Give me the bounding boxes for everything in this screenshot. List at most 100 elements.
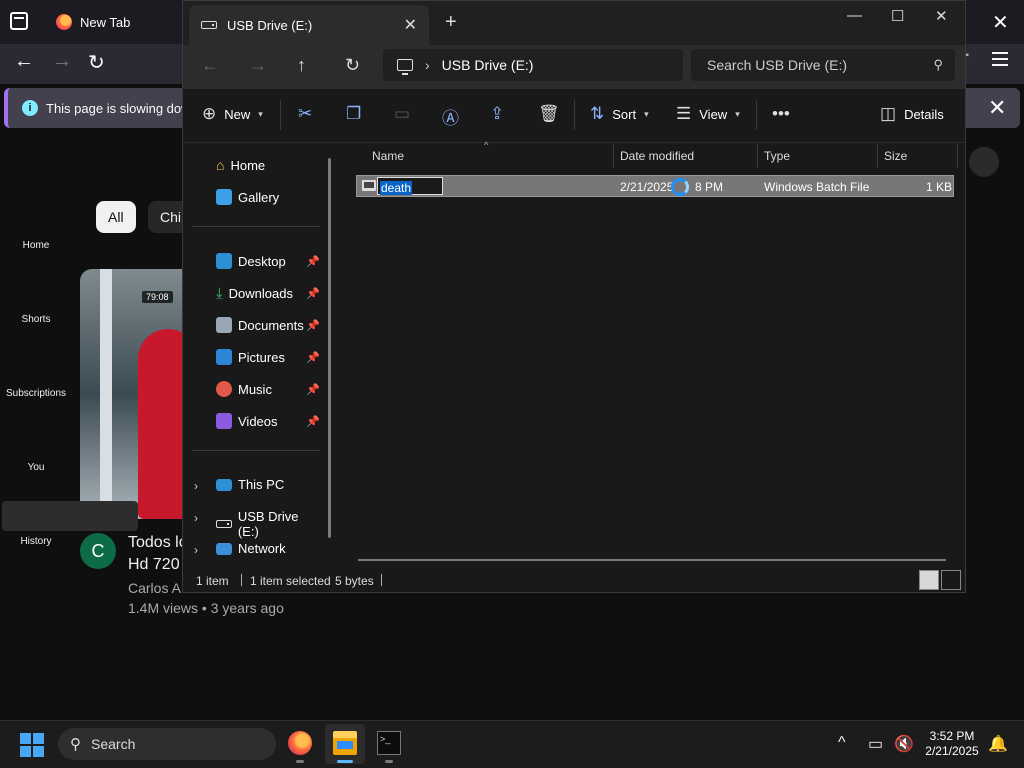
details-pane-button[interactable]: ◫ Details (880, 104, 944, 124)
notification-close-icon[interactable]: ✕ (988, 95, 1006, 121)
column-header-name[interactable]: Name (372, 149, 404, 163)
address-bar[interactable]: › USB Drive (E:) (383, 49, 683, 81)
minimize-icon[interactable]: — (847, 7, 862, 24)
back-icon[interactable]: ← (201, 55, 219, 76)
share-button[interactable]: ⇪ (490, 104, 504, 124)
video-title-line1[interactable]: Todos lo (128, 532, 184, 554)
browser-forward-icon[interactable]: → (52, 50, 72, 73)
breadcrumb-usb-drive[interactable]: USB Drive (E:) (442, 57, 534, 73)
yt-sidebar-you[interactable]: You (0, 462, 72, 473)
info-icon: i (22, 100, 38, 116)
browser-back-icon[interactable]: ← (14, 50, 34, 73)
nav-item-this-pc[interactable]: This PC (216, 477, 322, 492)
yt-sidebar-subscriptions[interactable]: Subscriptions (0, 388, 72, 399)
nav-label: Videos (238, 413, 278, 429)
up-icon[interactable]: ↑ (297, 55, 306, 76)
nav-scrollbar[interactable] (328, 158, 331, 538)
search-icon[interactable]: ⚲ (933, 57, 943, 73)
view-button[interactable]: ☰ View ▾ (676, 104, 740, 124)
new-button[interactable]: ⊕ New ▾ (202, 104, 263, 124)
refresh-icon[interactable]: ↻ (345, 55, 360, 76)
pin-icon[interactable]: 📌 (306, 383, 320, 396)
pin-icon[interactable]: 📌 (306, 255, 320, 268)
search-input[interactable]: Search USB Drive (E:) ⚲ (691, 49, 955, 81)
browser-close-icon[interactable]: ✕ (992, 10, 1009, 35)
nav-item-usb-drive[interactable]: USB Drive (E:) (216, 509, 322, 539)
list-all-tabs-icon[interactable] (10, 12, 28, 30)
pin-icon[interactable]: 📌 (306, 415, 320, 428)
expand-chevron-icon[interactable]: › (194, 511, 198, 525)
nav-label: Music (238, 381, 272, 397)
nav-label: USB Drive (E:) (237, 509, 299, 539)
plus-circle-icon: ⊕ (202, 104, 217, 123)
volume-muted-icon[interactable]: 🔇 (894, 734, 914, 754)
expand-chevron-icon[interactable]: › (194, 543, 198, 557)
yt-sidebar-shorts[interactable]: Shorts (0, 314, 72, 325)
file-explorer-taskbar-icon[interactable] (333, 731, 357, 755)
rename-input[interactable]: death (377, 177, 443, 195)
home-icon: ⌂ (216, 157, 225, 173)
batch-file-icon (362, 180, 376, 191)
maximize-icon[interactable]: ☐ (891, 7, 904, 25)
nav-item-home[interactable]: ⌂ Home (216, 157, 322, 173)
chevron-down-icon: ▾ (735, 108, 740, 119)
details-view-icon[interactable] (919, 570, 939, 590)
browser-menu-icon[interactable] (992, 52, 1008, 66)
taskbar-clock[interactable]: 3:52 PM 2/21/2025 (920, 729, 984, 759)
notification-bell-icon[interactable]: 🔔 (988, 734, 1008, 754)
pictures-icon (216, 349, 232, 365)
pin-icon[interactable]: 📌 (306, 319, 320, 332)
nav-label: Documents (238, 317, 304, 333)
running-indicator (296, 760, 304, 763)
column-divider[interactable] (877, 144, 878, 168)
documents-icon (216, 317, 232, 333)
copy-button[interactable]: ❐ (346, 104, 361, 124)
breadcrumb-chevron-icon[interactable]: › (425, 57, 430, 73)
search-icon: ⚲ (70, 736, 81, 753)
network-tray-icon[interactable]: ▭ (868, 734, 883, 754)
column-divider[interactable] (613, 144, 614, 168)
close-icon[interactable]: ✕ (935, 7, 948, 25)
this-pc-icon (216, 478, 232, 491)
browser-reload-icon[interactable]: ↻ (88, 50, 105, 75)
new-tab-icon[interactable]: + (445, 11, 457, 34)
column-divider[interactable] (957, 144, 958, 168)
file-date-start: 2/21/2025 (620, 180, 674, 194)
expand-chevron-icon[interactable]: › (194, 479, 198, 493)
yt-avatar-button[interactable] (969, 147, 999, 177)
column-header-type[interactable]: Type (764, 149, 790, 163)
nav-item-gallery[interactable]: Gallery (216, 189, 322, 205)
taskbar-search[interactable]: ⚲ Search (58, 728, 276, 760)
firefox-taskbar-icon[interactable] (288, 731, 312, 755)
more-options-button[interactable]: ••• (772, 104, 790, 124)
rename-button[interactable]: Ⓐ (442, 104, 459, 129)
column-header-date[interactable]: Date modified (620, 149, 694, 163)
video-title-line2[interactable]: Hd 720 (128, 554, 184, 576)
pin-icon[interactable]: 📌 (306, 351, 320, 364)
column-divider[interactable] (757, 144, 758, 168)
explorer-tab[interactable]: USB Drive (E:) ✕ (189, 5, 429, 45)
sort-button[interactable]: ⇅ Sort ▾ (590, 104, 649, 124)
show-hidden-icons-chevron-icon[interactable]: ^ (838, 734, 846, 752)
start-icon[interactable] (20, 733, 44, 757)
this-pc-icon (397, 59, 413, 75)
yt-sidebar-home[interactable]: Home (0, 240, 72, 251)
horizontal-scrollbar[interactable] (358, 559, 946, 561)
browser-tab[interactable]: New Tab (44, 4, 184, 40)
browser-tab-title: New Tab (80, 14, 131, 30)
nav-label: Pictures (238, 349, 285, 365)
nav-label: Desktop (238, 253, 286, 269)
nav-item-network[interactable]: Network (216, 541, 322, 556)
tab-close-icon[interactable]: ✕ (404, 15, 417, 35)
terminal-taskbar-icon[interactable]: >_ (377, 731, 401, 755)
paste-button[interactable]: ▭ (394, 104, 410, 124)
column-header-size[interactable]: Size (884, 149, 907, 163)
yt-sidebar-history[interactable]: History (0, 536, 72, 547)
cut-button[interactable]: ✂ (298, 104, 312, 124)
delete-button[interactable]: 🗑 (538, 104, 560, 124)
forward-icon[interactable]: → (249, 55, 267, 76)
yt-chip-all[interactable]: All (96, 201, 136, 233)
large-icons-view-icon[interactable] (941, 570, 961, 590)
channel-avatar[interactable]: C (80, 533, 116, 569)
pin-icon[interactable]: 📌 (306, 287, 320, 300)
